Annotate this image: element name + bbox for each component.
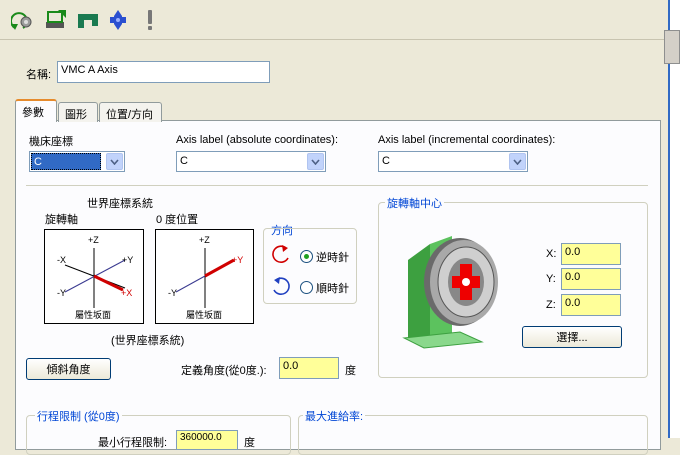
refresh-axis-icon[interactable]	[11, 8, 35, 32]
axis-label-abs-combo[interactable]: C	[176, 151, 326, 172]
diagram1-right: +Y	[122, 255, 134, 265]
radio-dot	[304, 254, 309, 259]
diagram1-caption: 屬性坂面	[75, 310, 112, 320]
side-panel-handle[interactable]	[664, 30, 680, 64]
chevron-down-icon[interactable]	[509, 153, 526, 170]
diagram2-top: +Z	[199, 235, 210, 245]
diagram1-left: -X	[57, 255, 66, 265]
rotation-axis-diagram: +Z -X +Y -Y +X 屬性坂面	[44, 229, 144, 324]
axis-set-icon[interactable]	[44, 8, 68, 32]
min-travel-label: 最小行程限制:	[98, 437, 168, 449]
travel-unit-label: 度	[244, 437, 255, 449]
diagram2-right: +Y	[232, 255, 244, 265]
cw-label: 順時針	[316, 283, 349, 295]
diagram1-bottom-left: -Y	[57, 288, 66, 298]
axis-label-abs-label: Axis label (absolute coordinates):	[176, 134, 339, 146]
zero-position-label: 0 度位置	[156, 214, 199, 226]
ccw-label: 逆時針	[316, 252, 349, 264]
warning-icon[interactable]	[138, 8, 162, 32]
chevron-down-icon[interactable]	[106, 153, 123, 170]
axis-label-inc-label: Axis label (incremental coordinates):	[378, 134, 556, 146]
tilt-angle-button[interactable]: 傾斜角度	[26, 358, 111, 380]
axis-label-inc-combo[interactable]: C	[378, 151, 528, 172]
window-edge	[668, 0, 680, 438]
tab-parameters[interactable]: 參數	[15, 99, 57, 122]
rotary-table-image	[400, 230, 520, 353]
machine-coord-combo[interactable]: C	[29, 151, 125, 172]
rotation-center-title: 旋轉軸中心	[385, 195, 444, 211]
center-y-label: Y:	[546, 273, 556, 285]
zero-position-diagram: +Z +Y -Y 屬性坂面	[155, 229, 254, 324]
separator	[26, 185, 648, 186]
world-coord-footer: (世界座標系統)	[111, 335, 185, 347]
world-coord-title: 世界座標系統	[87, 198, 153, 210]
rotation-axis-label: 旋轉軸	[45, 214, 78, 226]
diagram2-caption: 屬性坂面	[186, 310, 223, 320]
max-feed-title: 最大進給率:	[303, 408, 366, 424]
tab-graphics[interactable]: 圖形	[58, 102, 98, 122]
toolbar	[0, 0, 668, 40]
tab-position-direction[interactable]: 位置/方向	[99, 102, 162, 122]
center-y-input[interactable]: 0.0	[561, 268, 621, 290]
axis-clear-icon[interactable]	[76, 8, 100, 32]
machine-coord-value: C	[31, 153, 101, 170]
axis-label-inc-value: C	[382, 155, 390, 167]
diagram2-left: -Y	[168, 288, 177, 298]
diagram1-bottom-right: +X	[121, 288, 133, 298]
center-z-label: Z:	[546, 299, 556, 311]
center-x-input[interactable]: 0.0	[561, 243, 621, 265]
ccw-arrow-icon	[268, 244, 294, 269]
center-z-input[interactable]: 0.0	[561, 294, 621, 316]
cw-radio[interactable]	[300, 281, 313, 294]
center-x-label: X:	[546, 248, 557, 260]
machine-coord-label: 機床座標	[29, 136, 73, 148]
define-angle-input[interactable]: 0.0	[279, 357, 339, 379]
diagram1-top: +Z	[88, 235, 99, 245]
degree-unit-label: 度	[345, 365, 356, 377]
select-button[interactable]: 選擇...	[522, 326, 622, 348]
name-label: 名稱:	[26, 69, 52, 81]
travel-limit-title: 行程限制 (從0度)	[35, 408, 122, 424]
cw-arrow-icon	[268, 276, 294, 301]
define-angle-label: 定義角度(從0度.):	[181, 365, 267, 377]
ccw-radio[interactable]	[300, 250, 313, 263]
chevron-down-icon[interactable]	[307, 153, 324, 170]
axis-label-abs-value: C	[180, 155, 188, 167]
blue-gear-icon[interactable]	[106, 8, 130, 32]
min-travel-input[interactable]: 360000.0	[176, 430, 238, 450]
name-input[interactable]: VMC A Axis	[57, 61, 270, 83]
